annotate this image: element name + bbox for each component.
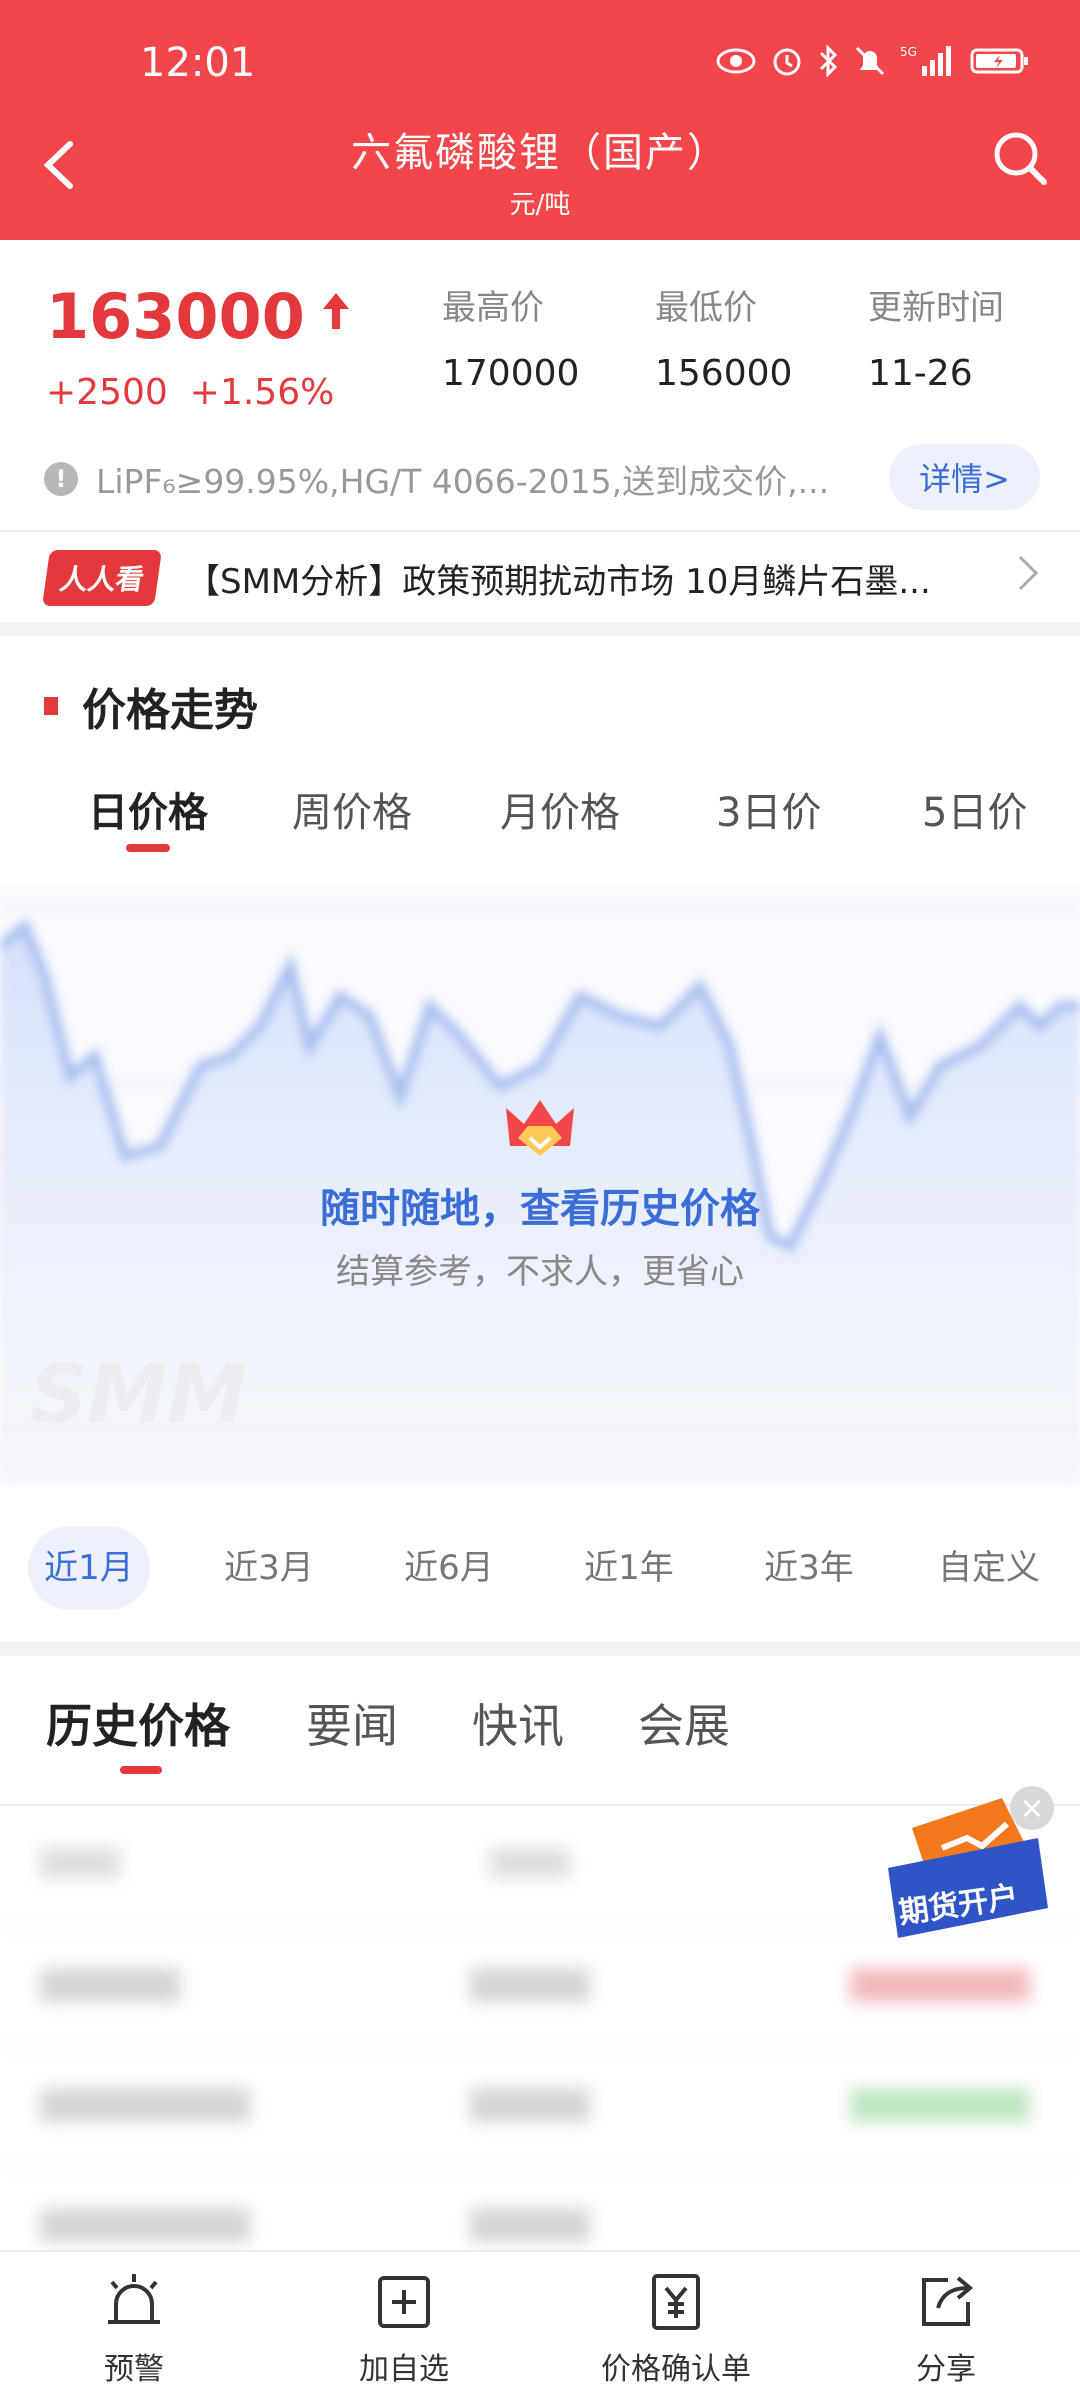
tab-monthly[interactable]: 月价格 [500, 780, 620, 838]
stat-high-value: 170000 [442, 353, 580, 394]
status-icons: 5G [716, 44, 1030, 84]
chart-lock-overlay[interactable]: 随时随地，查看历史价格 结算参考，不求人，更省心 [0, 1086, 1080, 1293]
overlay-title: 随时随地，查看历史价格 [320, 1186, 760, 1232]
eye-icon [716, 46, 756, 82]
active-tab-indicator [126, 844, 170, 852]
alarm-bell-icon [108, 2274, 160, 2324]
tab-weekly[interactable]: 周价格 [292, 780, 412, 838]
close-icon: × [1019, 1790, 1045, 1826]
current-price: 163000 [46, 280, 353, 353]
signal-5g-icon: 5G [900, 44, 956, 84]
header: 12:01 5G 六氟磷酸锂（国产） 元/吨 [0, 0, 1080, 240]
price-change: +2500 +1.56% [46, 372, 334, 413]
title-block: 六氟磷酸锂（国产） 元/吨 [0, 120, 1080, 221]
price-chart: SMM 随时随地，查看历史价格 结算参考，不求人，更省心 [0, 886, 1080, 1486]
news-badge: 人人看 [42, 550, 162, 606]
up-arrow-icon [319, 289, 353, 344]
tab-exhibition[interactable]: 会展 [638, 1690, 730, 1756]
tab-history-price[interactable]: 历史价格 [46, 1690, 230, 1756]
page-title: 六氟磷酸锂（国产） [351, 130, 729, 176]
spec-text: LiPF₆≥99.95%,HG/T 4066-2015,送到成交价,... [96, 462, 830, 501]
smm-watermark: SMM [30, 1348, 247, 1441]
current-price-value: 163000 [46, 280, 305, 353]
tab-flash[interactable]: 快讯 [472, 1690, 564, 1756]
info-icon: ! [44, 462, 78, 496]
alarm-icon [770, 44, 804, 84]
bell-off-icon [854, 44, 886, 84]
stat-update-value: 11-26 [868, 353, 973, 394]
price-change-abs: +2500 [46, 372, 168, 413]
page-unit: 元/吨 [509, 190, 571, 220]
bluetooth-icon [818, 44, 840, 84]
status-time: 12:01 [140, 40, 256, 86]
tab-news[interactable]: 要闻 [306, 1690, 398, 1756]
share-icon [922, 2276, 974, 2326]
nav-alert[interactable]: 预警 [34, 2270, 234, 2388]
svg-text:5G: 5G [900, 45, 917, 59]
range-custom[interactable]: 自定义 [928, 1526, 1050, 1610]
overlay-subtitle: 结算参考，不求人，更省心 [336, 1252, 744, 1292]
news-headline[interactable]: 【SMM分析】政策预期扰动市场 10月鳞片石墨... [186, 554, 966, 603]
range-6m[interactable]: 近6月 [388, 1526, 510, 1610]
stat-update: 更新时间 11-26 [868, 280, 1004, 394]
nav-share[interactable]: 分享 [846, 2270, 1046, 2388]
range-1y[interactable]: 近1年 [568, 1526, 690, 1610]
range-tabs: 近1月 近3月 近6月 近1年 近3年 自定义 [0, 1526, 1080, 1616]
nav-add-favorite-label: 加自选 [359, 2352, 449, 2387]
add-favorite-icon [378, 2276, 430, 2328]
info-tab-indicator [120, 1766, 162, 1774]
stat-high-label: 最高价 [442, 288, 544, 328]
nav-alert-label: 预警 [104, 2352, 164, 2387]
section-mark [44, 697, 58, 715]
range-1m[interactable]: 近1月 [28, 1526, 150, 1610]
search-button[interactable] [990, 128, 1050, 188]
trend-section-title: 价格走势 [44, 674, 258, 738]
tab-3day[interactable]: 3日价 [716, 780, 821, 838]
stat-update-label: 更新时间 [868, 288, 1004, 328]
info-tabs: 历史价格 要闻 快讯 会展 [0, 1690, 1080, 1780]
battery-icon [970, 46, 1030, 82]
stat-low-value: 156000 [655, 353, 793, 394]
divider [0, 530, 1080, 532]
stat-low: 最低价 156000 [655, 280, 792, 394]
nav-price-confirm[interactable]: 价格确认单 [576, 2270, 776, 2388]
search-icon [994, 132, 1047, 185]
spec-row: ! LiPF₆≥99.95%,HG/T 4066-2015,送到成交价,... … [44, 444, 1044, 514]
nav-price-confirm-label: 价格确认单 [601, 2352, 751, 2387]
bottom-nav: 预警 加自选 价格确认单 分享 [0, 2250, 1080, 2400]
detail-button[interactable]: 详情> [889, 444, 1040, 510]
stat-high: 最高价 170000 [442, 280, 579, 394]
tab-daily[interactable]: 日价格 [88, 780, 208, 838]
chevron-right-icon [1016, 553, 1040, 604]
nav-share-label: 分享 [916, 2352, 976, 2387]
section-divider [0, 622, 1080, 636]
stat-low-label: 最低价 [655, 288, 757, 328]
range-3y[interactable]: 近3年 [748, 1526, 870, 1610]
price-confirm-icon [652, 2274, 700, 2330]
tab-5day[interactable]: 5日价 [922, 780, 1027, 838]
news-ticker[interactable]: 人人看 【SMM分析】政策预期扰动市场 10月鳞片石墨... [0, 538, 1080, 618]
section-divider [0, 1642, 1080, 1656]
range-3m[interactable]: 近3月 [208, 1526, 330, 1610]
table-row [0, 2048, 1080, 2168]
close-ad-button[interactable]: × [1010, 1786, 1054, 1830]
crown-icon [500, 1086, 580, 1166]
period-tabs: 日价格 周价格 月价格 3日价 5日价 [0, 780, 1080, 860]
nav-add-favorite[interactable]: 加自选 [304, 2270, 504, 2388]
trend-title: 价格走势 [82, 685, 258, 736]
price-change-pct: +1.56% [189, 372, 335, 413]
